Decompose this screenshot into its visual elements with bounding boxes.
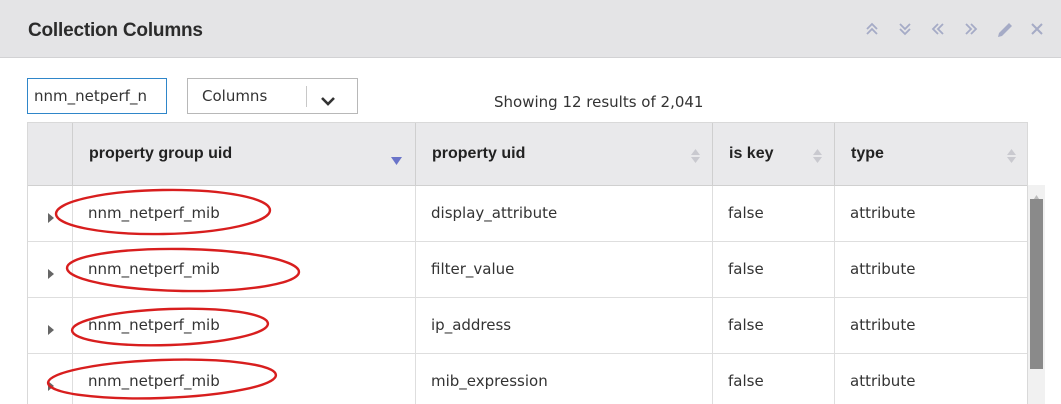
- cell-property-group-uid: nnm_netperf_mib: [72, 354, 415, 404]
- cell-property-uid: filter_value: [415, 242, 712, 297]
- panel-title: Collection Columns: [28, 20, 203, 41]
- sort-icon[interactable]: [1007, 148, 1016, 167]
- sort-icon[interactable]: [813, 148, 822, 167]
- expand-row-icon[interactable]: [48, 320, 54, 339]
- cell-text: attribute: [850, 204, 916, 222]
- row-expander-cell: [28, 186, 72, 241]
- select-divider: [306, 86, 307, 107]
- previous-icon[interactable]: [928, 19, 948, 41]
- column-header-label: is key: [729, 145, 774, 162]
- panel-toolbar: [862, 19, 1047, 41]
- cell-is-key: false: [712, 354, 834, 404]
- column-header-label: property uid: [432, 145, 526, 162]
- cell-text: mib_expression: [431, 372, 548, 390]
- table-row[interactable]: nnm_netperf_mib ip_address false attribu…: [28, 298, 1027, 354]
- cell-property-group-uid: nnm_netperf_mib: [72, 242, 415, 297]
- row-expander-cell: [28, 298, 72, 353]
- edit-icon[interactable]: [994, 19, 1014, 41]
- row-expander-cell: [28, 242, 72, 297]
- column-header-is-key[interactable]: is key: [712, 123, 834, 185]
- cell-property-uid: mib_expression: [415, 354, 712, 404]
- results-count: Showing 12 results of 2,041: [494, 93, 704, 111]
- table-row[interactable]: nnm_netperf_mib filter_value false attri…: [28, 242, 1027, 298]
- cell-type: attribute: [834, 354, 1027, 404]
- cell-text: false: [728, 204, 764, 222]
- columns-select-value: Columns: [202, 87, 268, 105]
- cell-text: attribute: [850, 372, 916, 390]
- row-expander-cell: [28, 354, 72, 404]
- collapse-all-icon[interactable]: [862, 19, 882, 41]
- cell-property-uid: ip_address: [415, 298, 712, 353]
- cell-text: ip_address: [431, 316, 512, 334]
- table-row[interactable]: nnm_netperf_mib mib_expression false att…: [28, 354, 1027, 404]
- cell-text: nnm_netperf_mib: [88, 260, 220, 278]
- cell-text: display_attribute: [431, 204, 558, 222]
- cell-type: attribute: [834, 242, 1027, 297]
- search-input[interactable]: [27, 78, 167, 114]
- cell-text: nnm_netperf_mib: [88, 316, 220, 334]
- sort-descending-icon[interactable]: [391, 150, 402, 169]
- cell-property-group-uid: nnm_netperf_mib: [72, 298, 415, 353]
- grid-header-row: property group uid property uid is key t…: [28, 123, 1027, 186]
- column-header-property-group-uid[interactable]: property group uid: [72, 123, 415, 185]
- cell-text: nnm_netperf_mib: [88, 204, 220, 222]
- table-row[interactable]: nnm_netperf_mib display_attribute false …: [28, 186, 1027, 242]
- column-header-label: type: [851, 145, 884, 162]
- vertical-scrollbar[interactable]: [1028, 185, 1045, 404]
- cell-text: false: [728, 372, 764, 390]
- column-header-property-uid[interactable]: property uid: [415, 123, 712, 185]
- cell-property-group-uid: nnm_netperf_mib: [72, 186, 415, 241]
- cell-text: attribute: [850, 316, 916, 334]
- cell-is-key: false: [712, 186, 834, 241]
- panel-titlebar: Collection Columns: [0, 0, 1061, 58]
- expand-row-icon[interactable]: [48, 264, 54, 283]
- cell-text: false: [728, 316, 764, 334]
- cell-type: attribute: [834, 186, 1027, 241]
- scrollbar-thumb[interactable]: [1030, 199, 1043, 369]
- cell-property-uid: display_attribute: [415, 186, 712, 241]
- column-header-type[interactable]: type: [834, 123, 1027, 185]
- cell-is-key: false: [712, 242, 834, 297]
- chevron-down-icon[interactable]: [321, 91, 335, 110]
- sort-icon[interactable]: [691, 148, 700, 167]
- cell-text: false: [728, 260, 764, 278]
- expand-all-icon[interactable]: [895, 19, 915, 41]
- column-header-label: property group uid: [89, 145, 233, 162]
- cell-is-key: false: [712, 298, 834, 353]
- cell-text: nnm_netperf_mib: [88, 372, 220, 390]
- header-expander-cell: [28, 123, 72, 185]
- columns-select[interactable]: Columns: [187, 78, 358, 114]
- data-grid: property group uid property uid is key t…: [27, 122, 1028, 404]
- cell-text: filter_value: [431, 260, 515, 278]
- cell-text: attribute: [850, 260, 916, 278]
- expand-row-icon[interactable]: [48, 208, 54, 227]
- expand-row-icon[interactable]: [48, 376, 54, 395]
- close-icon[interactable]: [1027, 19, 1047, 41]
- next-icon[interactable]: [961, 19, 981, 41]
- cell-type: attribute: [834, 298, 1027, 353]
